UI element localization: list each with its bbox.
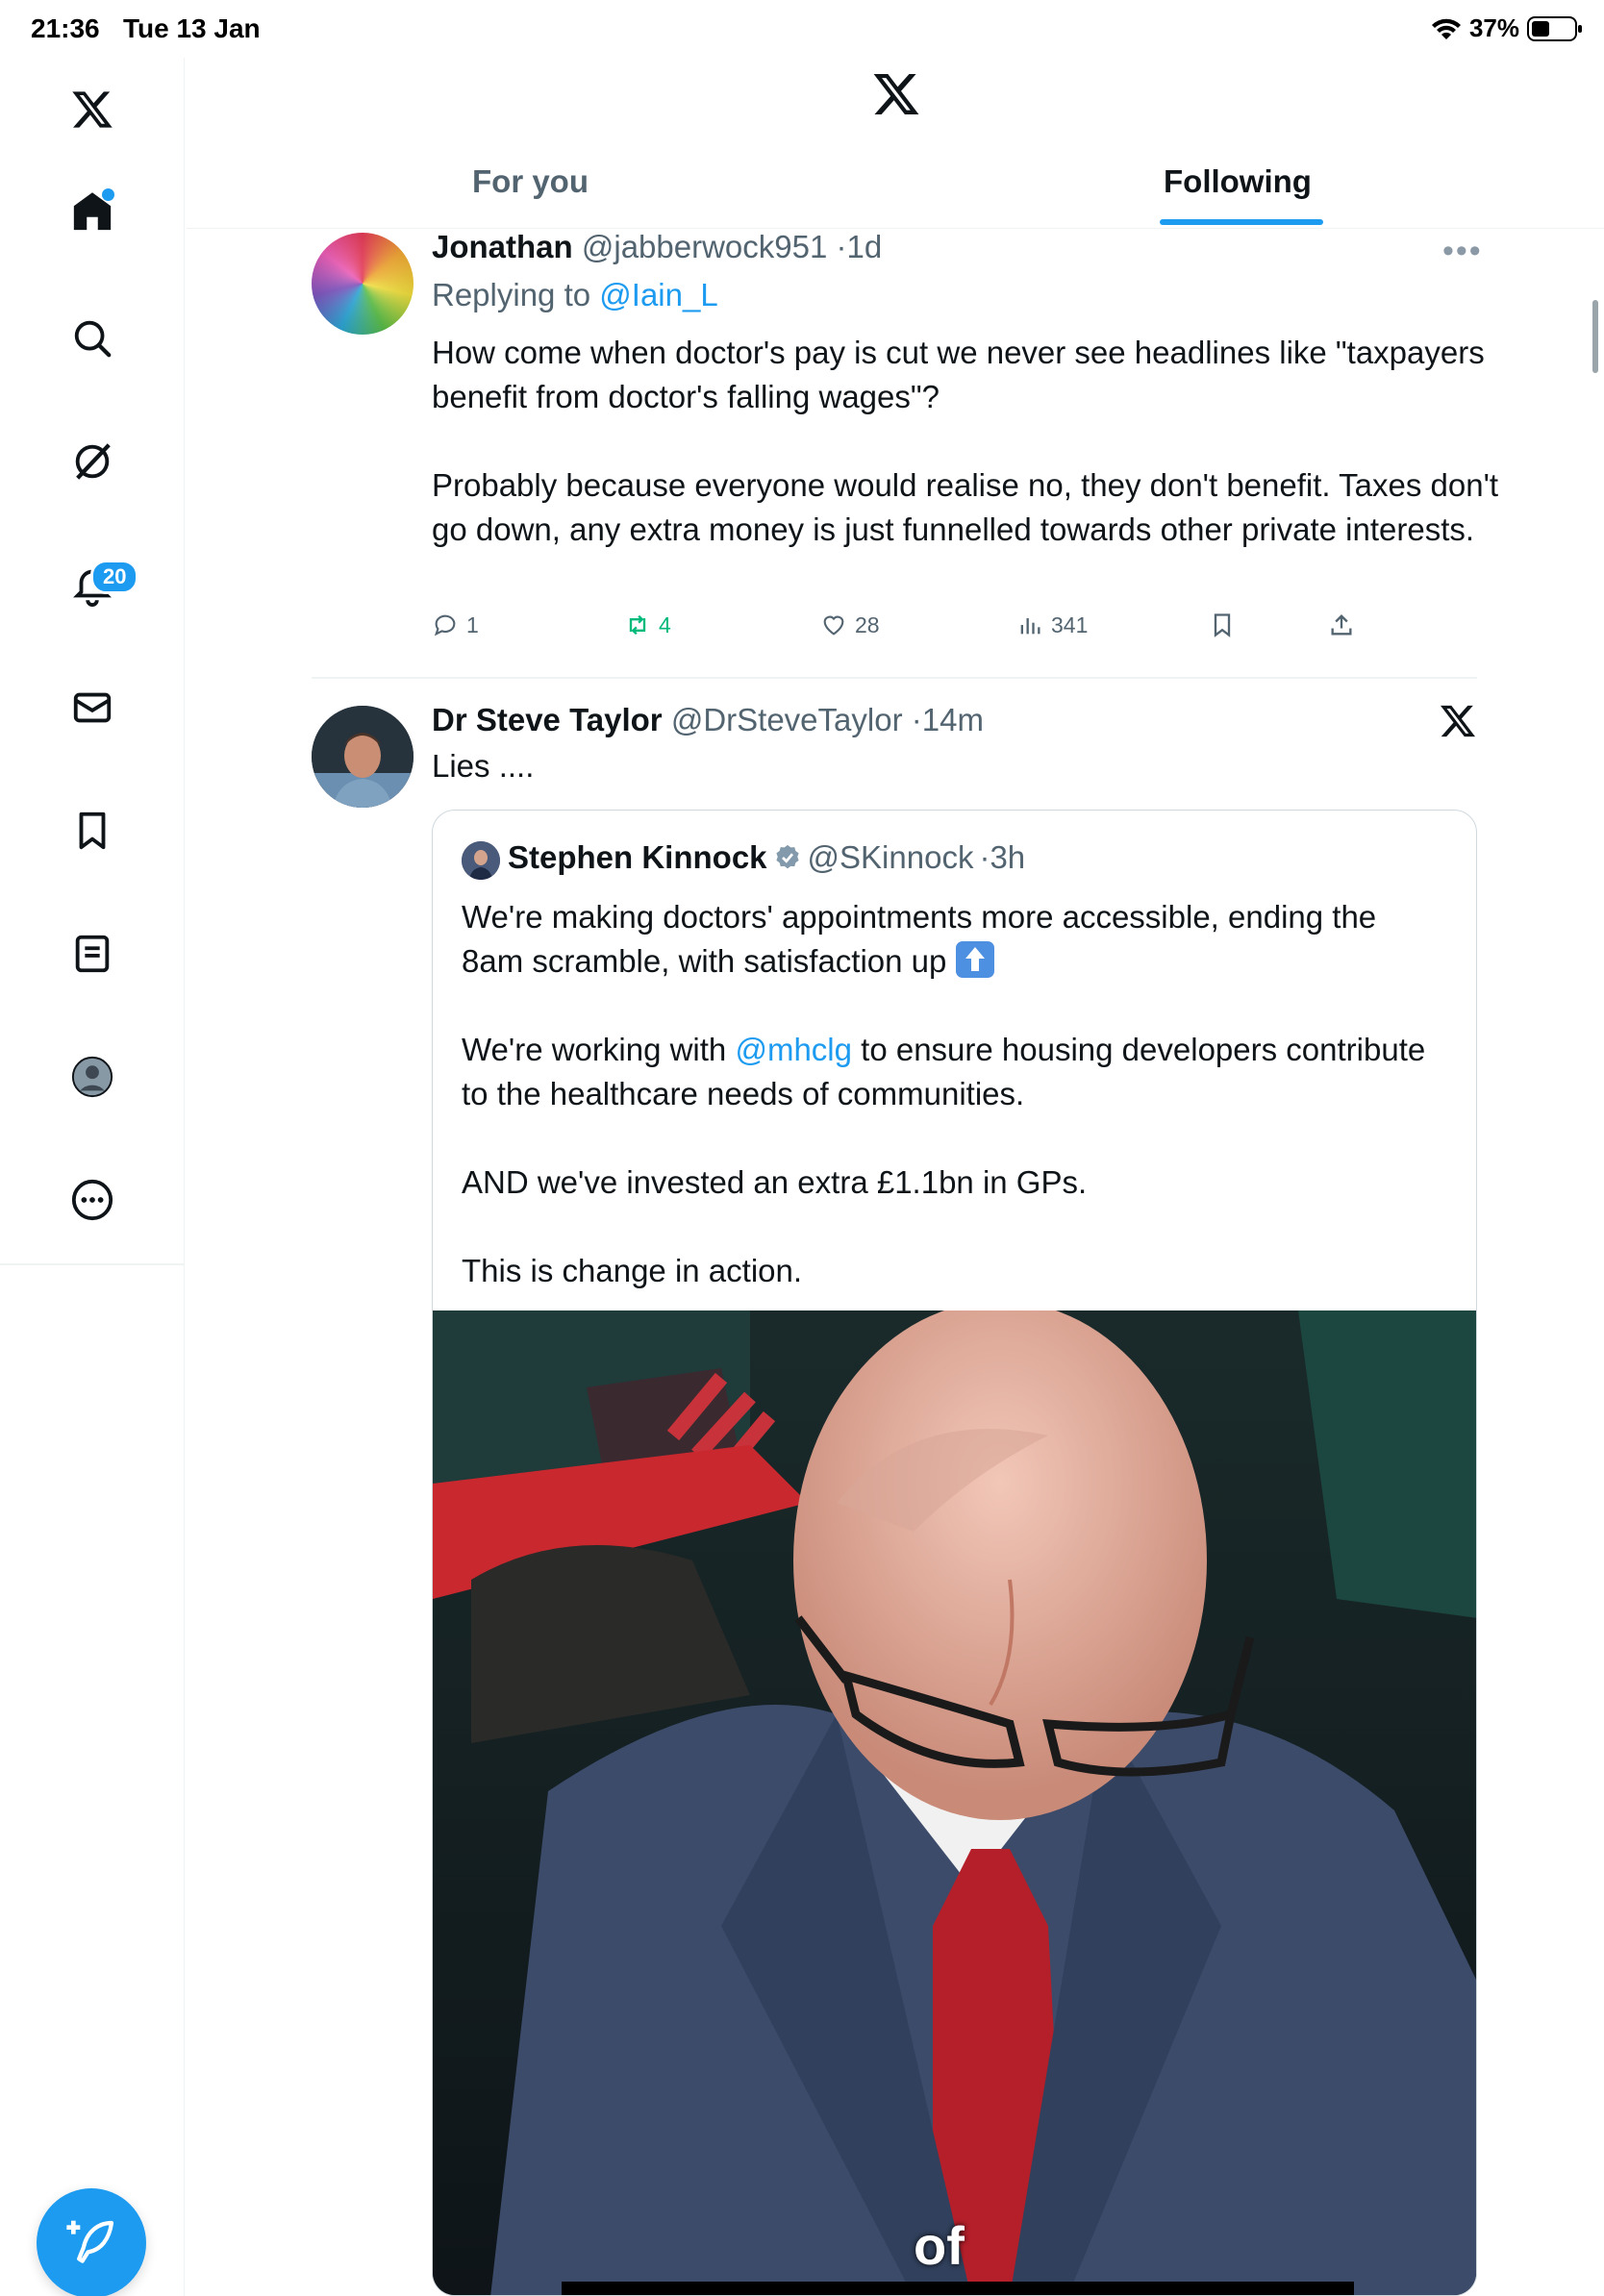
repost-button[interactable]: 4 — [624, 611, 671, 638]
video-frame — [433, 1310, 1476, 2295]
quoted-paragraph: AND we've invested an extra £1.1bn in GP… — [462, 1164, 1088, 1200]
mail-icon — [73, 692, 112, 723]
timeline-header: For you Following — [187, 58, 1604, 229]
like-button[interactable]: 28 — [820, 611, 880, 638]
view-count: 341 — [1051, 611, 1089, 637]
profile-icon — [71, 1056, 113, 1098]
sidebar-item-bookmarks[interactable] — [63, 802, 121, 860]
replying-prefix: Replying to — [432, 277, 591, 312]
quoted-paragraph-text: We're making doctors' appointments more … — [462, 899, 1377, 979]
repost-count: 4 — [659, 611, 671, 637]
list-icon — [75, 935, 110, 973]
search-icon — [74, 320, 112, 358]
tweet-text: Lies .... — [432, 748, 535, 784]
quoted-video[interactable]: of — [433, 1310, 1476, 2295]
tab-for-you[interactable]: For you — [472, 163, 589, 200]
share-icon — [1331, 614, 1352, 636]
tab-following[interactable]: Following — [1164, 163, 1312, 200]
more-icon — [71, 1179, 113, 1221]
replying-to: Replying to @Iain_L — [432, 277, 718, 313]
up-arrow-emoji-icon — [955, 941, 994, 978]
quoted-tweet[interactable]: Stephen Kinnock @SKinnock · 3h We're maki… — [432, 810, 1477, 2296]
repost-icon — [629, 614, 646, 636]
quoted-author-name[interactable]: Stephen Kinnock — [508, 839, 767, 876]
tweet-actions: 1 4 28 341 — [432, 611, 1393, 646]
compose-button[interactable] — [37, 2188, 146, 2296]
more-options-icon[interactable]: ••• — [1442, 233, 1483, 270]
battery-icon — [1527, 15, 1582, 41]
reply-mention-link[interactable]: @Iain_L — [599, 277, 717, 312]
battery-percent: 37% — [1468, 13, 1519, 42]
quoted-paragraph: This is change in action. — [462, 1253, 803, 1288]
tweet-text: How come when doctor's pay is cut we nev… — [432, 331, 1499, 552]
tweet-time[interactable]: 14m — [922, 702, 984, 737]
sidebar-divider — [0, 1263, 185, 1265]
sidebar-item-profile[interactable] — [63, 1048, 121, 1106]
reply-icon — [434, 614, 456, 636]
mention-link[interactable]: @mhclg — [735, 1032, 852, 1067]
quoted-text: We're making doctors' appointments more … — [462, 895, 1442, 1337]
wifi-icon — [1431, 18, 1461, 39]
reply-button[interactable]: 1 — [432, 611, 479, 638]
status-right: 37% — [1431, 13, 1582, 43]
grok-icon — [75, 443, 111, 480]
x-logo-icon[interactable] — [1439, 702, 1477, 740]
tweet-header: Jonathan @jabberwock951 ·1d — [432, 229, 882, 265]
tweet-paragraph: Probably because everyone would realise … — [432, 467, 1499, 547]
sidebar-item-grok[interactable] — [63, 433, 121, 490]
home-unread-dot — [102, 188, 114, 201]
status-date: Tue 13 Jan — [123, 13, 261, 43]
sidebar: 20 — [0, 58, 185, 2296]
video-caption-bar — [562, 2282, 1354, 2295]
author-handle[interactable]: @DrSteveTaylor — [671, 702, 903, 737]
quoted-paragraph: We're making doctors' appointments more … — [462, 895, 1442, 984]
avatar[interactable] — [312, 233, 414, 335]
dot-separator: · — [979, 839, 990, 875]
bookmark-icon — [1214, 613, 1231, 637]
reply-count: 1 — [466, 611, 479, 637]
quoted-paragraph: We're working with @mhclg to ensure hous… — [462, 1028, 1442, 1116]
compose-icon — [66, 2220, 114, 2263]
quoted-paragraph-text: We're working with — [462, 1032, 727, 1067]
avatar[interactable] — [312, 706, 414, 808]
sidebar-item-more[interactable] — [63, 1171, 121, 1229]
quoted-author-handle[interactable]: @SKinnock — [808, 839, 974, 876]
author-handle[interactable]: @jabberwock951 — [582, 229, 827, 264]
scrollbar[interactable] — [1592, 300, 1598, 373]
views-button[interactable]: 341 — [1016, 611, 1088, 638]
sidebar-item-lists[interactable] — [63, 925, 121, 983]
share-button[interactable] — [1328, 611, 1355, 638]
status-time: 21:36 — [31, 13, 100, 43]
verified-badge-icon — [775, 844, 799, 869]
author-name[interactable]: Dr Steve Taylor — [432, 702, 663, 737]
views-icon — [1020, 618, 1040, 635]
tweet-header: Dr Steve Taylor @DrSteveTaylor ·14m — [432, 702, 984, 738]
tweet-divider — [312, 677, 1477, 679]
tweet-time[interactable]: 1d — [847, 229, 883, 264]
heart-icon — [823, 615, 844, 636]
tab-active-indicator — [1160, 219, 1323, 225]
video-caption: of — [914, 2215, 965, 2276]
x-logo-icon[interactable] — [871, 69, 921, 119]
sidebar-item-explore[interactable] — [63, 310, 121, 367]
like-count: 28 — [855, 611, 880, 637]
x-logo-icon[interactable] — [63, 81, 121, 138]
quoted-tweet-time[interactable]: 3h — [990, 839, 1025, 876]
dot-separator: · — [836, 229, 847, 264]
author-name[interactable]: Jonathan — [432, 229, 573, 264]
avatar[interactable] — [462, 841, 500, 880]
tweet-paragraph: How come when doctor's pay is cut we nev… — [432, 335, 1485, 414]
sidebar-item-messages[interactable] — [63, 679, 121, 736]
status-bar: 21:36 Tue 13 Jan 37% — [0, 0, 1604, 58]
quoted-header: Stephen Kinnock @SKinnock · 3h — [508, 839, 1025, 876]
notification-badge: 20 — [90, 560, 139, 594]
bookmark-icon — [79, 811, 106, 850]
bookmark-button[interactable] — [1209, 611, 1236, 638]
dot-separator: · — [911, 702, 922, 737]
